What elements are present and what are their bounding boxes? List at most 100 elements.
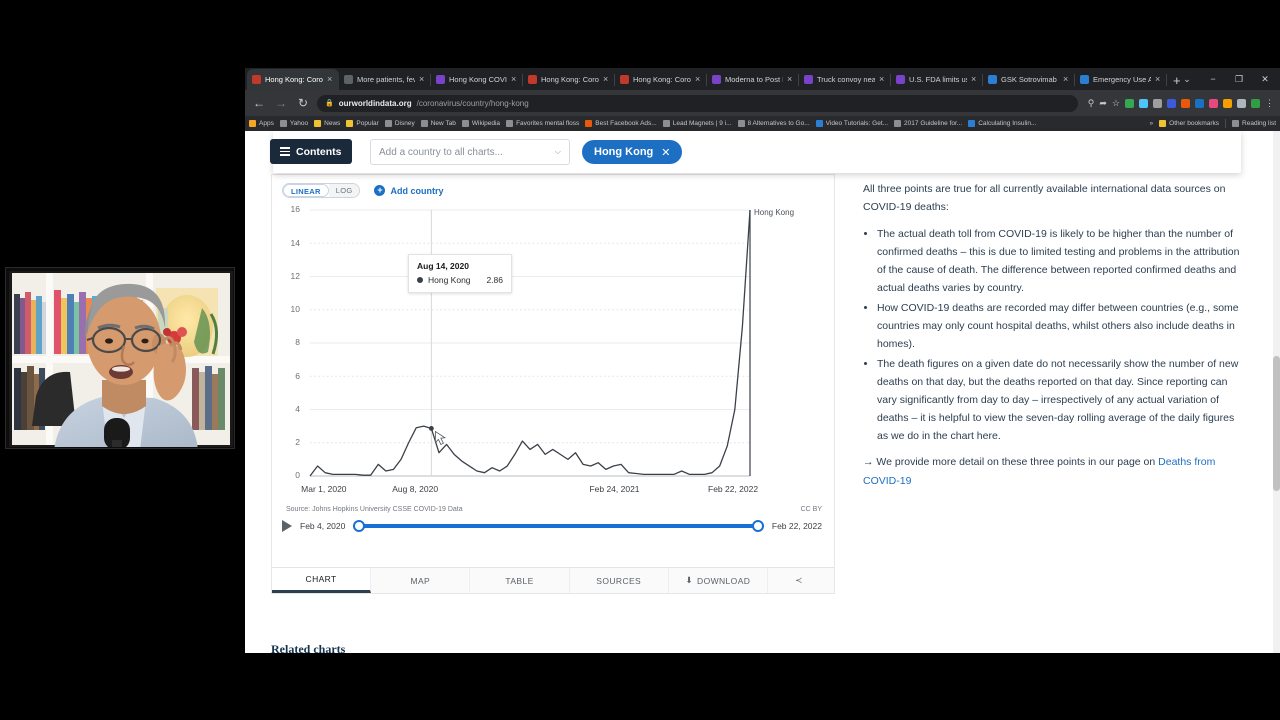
browser-tab[interactable]: Emergency Use Au ×	[1075, 69, 1167, 90]
browser-tab[interactable]: Truck convoy nea ×	[799, 69, 891, 90]
lock-icon: 🔒	[325, 100, 334, 107]
plus-icon: +	[374, 185, 386, 197]
maximize-button[interactable]: ❐	[1226, 70, 1252, 88]
extension-icon-5[interactable]	[1195, 98, 1204, 108]
tab-close-icon[interactable]: ×	[1063, 75, 1071, 84]
remove-country-icon[interactable]: ✕	[661, 146, 670, 159]
bookmark-label: Yahoo	[289, 120, 309, 127]
tab-close-icon[interactable]: ×	[971, 75, 979, 84]
extension-icon-9[interactable]	[1251, 98, 1260, 108]
bookmark-item[interactable]: Yahoo	[279, 120, 309, 127]
browser-tab[interactable]: Hong Kong: Coron ×	[615, 69, 707, 90]
bookmark-item[interactable]: Favorites mental floss	[506, 120, 579, 127]
time-range-slider[interactable]	[353, 519, 764, 533]
bookmark-item[interactable]: Popular	[346, 120, 379, 127]
chart-tab-download[interactable]: ⬇ DOWNLOAD	[668, 568, 769, 594]
scale-toggle[interactable]: LINEAR LOG	[282, 183, 361, 199]
y-axis-tick: 14	[290, 237, 300, 248]
browser-tab[interactable]: Hong Kong COVID ×	[431, 69, 523, 90]
window-controls: ⌄ − ❐ ✕	[1174, 70, 1278, 88]
tab-close-icon[interactable]: ×	[787, 75, 795, 84]
tab-title: U.S. FDA limits us	[909, 75, 967, 84]
sidebar-bullet: The death figures on a given date do not…	[877, 355, 1247, 445]
bookmark-item[interactable]: 2017 Guideline for...	[894, 120, 962, 127]
extension-icon-0[interactable]	[1125, 98, 1134, 108]
bookmark-item[interactable]: News	[314, 120, 340, 127]
bookmarks-overflow-button[interactable]: »	[1150, 120, 1154, 127]
address-input[interactable]: 🔒 ourworldindata.org/coronavirus/country…	[317, 94, 1078, 112]
extension-icon-2[interactable]	[1153, 98, 1162, 108]
bookmark-item[interactable]: 8 Alternatives to Go...	[737, 120, 810, 127]
tab-close-icon[interactable]: ×	[695, 75, 703, 84]
tab-favicon-icon	[344, 75, 353, 84]
selected-country-pill[interactable]: Hong Kong ✕	[582, 140, 683, 164]
chart-tab-table[interactable]: TABLE	[470, 568, 570, 594]
reload-icon[interactable]: ↻	[295, 96, 311, 110]
browser-tab[interactable]: More patients, fev ×	[339, 69, 431, 90]
slider-handle-start[interactable]	[353, 520, 366, 533]
contents-button[interactable]: Contents	[270, 139, 352, 164]
tab-close-icon[interactable]: ×	[327, 75, 335, 84]
tab-close-icon[interactable]: ×	[603, 75, 611, 84]
chart-tab-sources[interactable]: SOURCES	[569, 568, 669, 594]
page-scrollbar[interactable]	[1273, 131, 1280, 653]
minimize-button[interactable]: −	[1200, 70, 1226, 88]
bookmark-item[interactable]: Disney	[384, 120, 415, 127]
slider-handle-end[interactable]	[751, 520, 764, 533]
series-label: Hong Kong	[754, 208, 795, 218]
browser-tab[interactable]: Moderna to Post I ×	[707, 69, 799, 90]
tab-search-button[interactable]: ⌄	[1174, 70, 1200, 88]
extension-icon-8[interactable]	[1237, 98, 1246, 108]
bookmark-item[interactable]: New Tab	[420, 120, 456, 127]
chart-timeline: Feb 4, 2020 Feb 22, 2022	[272, 513, 834, 533]
chart-tab-share[interactable]: ≺	[768, 568, 835, 594]
bookmark-item[interactable]: Calculating Insulin...	[968, 120, 1036, 127]
browser-tab[interactable]: Hong Kong: Coron ×	[247, 69, 339, 90]
y-axis-tick: 12	[290, 270, 300, 281]
browser-tab[interactable]: U.S. FDA limits us ×	[891, 69, 983, 90]
bookmarks-bar: Apps Yahoo News Popular Disney New Tab Wikiped…	[245, 116, 1280, 131]
bookmark-item[interactable]: Video Tutorials: Get...	[815, 120, 888, 127]
share-icon: ≺	[795, 575, 803, 586]
browser-tab[interactable]: GSK Sotrovimab L ×	[983, 69, 1075, 90]
bookmark-item[interactable]: Wikipedia	[461, 120, 500, 127]
tab-title: Moderna to Post I	[725, 75, 783, 84]
webcam-image	[6, 268, 234, 448]
share-icon[interactable]: ➦	[1099, 98, 1107, 109]
play-icon[interactable]	[282, 520, 292, 533]
tab-close-icon[interactable]: ×	[511, 75, 519, 84]
forward-icon[interactable]: →	[273, 96, 289, 110]
line-chart-svg	[309, 209, 751, 477]
close-window-button[interactable]: ✕	[1252, 70, 1278, 88]
scale-linear-button[interactable]: LINEAR	[283, 184, 329, 198]
extension-icon-4[interactable]	[1181, 98, 1190, 108]
add-country-button[interactable]: + Add country	[374, 185, 443, 197]
bookmark-item[interactable]: Best Facebook Ads...	[585, 120, 657, 127]
scale-log-button[interactable]: LOG	[328, 184, 360, 198]
tab-close-icon[interactable]: ×	[879, 75, 887, 84]
plot-area[interactable]: 0 2 4 6 8 10 12 14 16 Mar 1, 2020 Aug 8, 2020 Feb …	[272, 202, 834, 502]
chart-tab-label: SOURCES	[596, 575, 642, 586]
scrollbar-thumb[interactable]	[1273, 356, 1280, 491]
chart-tab-map[interactable]: MAP	[371, 568, 471, 594]
browser-tab[interactable]: Hong Kong: Coron ×	[523, 69, 615, 90]
bookmark-favicon-icon	[585, 120, 593, 127]
tab-title: Hong Kong COVID	[449, 75, 507, 84]
extension-icon-7[interactable]	[1223, 98, 1232, 108]
back-icon[interactable]: ←	[251, 96, 267, 110]
chart-tab-chart[interactable]: CHART	[272, 568, 372, 594]
extension-icon-6[interactable]	[1209, 98, 1218, 108]
extension-icon-1[interactable]	[1139, 98, 1148, 108]
extension-icon-3[interactable]	[1167, 98, 1176, 108]
other-bookmarks-folder[interactable]: Other bookmarks	[1159, 120, 1219, 127]
zoom-icon[interactable]: ⚲	[1088, 98, 1095, 109]
bookmark-item[interactable]: Apps	[249, 120, 274, 127]
reading-list-button[interactable]: Reading list	[1232, 120, 1276, 127]
country-select-input[interactable]: Add a country to all charts... ⌵	[370, 139, 570, 165]
tab-close-icon[interactable]: ×	[1155, 75, 1163, 84]
bookmark-label: Favorites mental floss	[516, 120, 580, 127]
browser-menu-icon[interactable]: ⋮	[1265, 98, 1274, 109]
bookmark-item[interactable]: Lead Magnets | 9 i...	[662, 120, 732, 127]
bookmark-star-icon[interactable]: ☆	[1112, 98, 1120, 109]
tab-close-icon[interactable]: ×	[419, 75, 427, 84]
